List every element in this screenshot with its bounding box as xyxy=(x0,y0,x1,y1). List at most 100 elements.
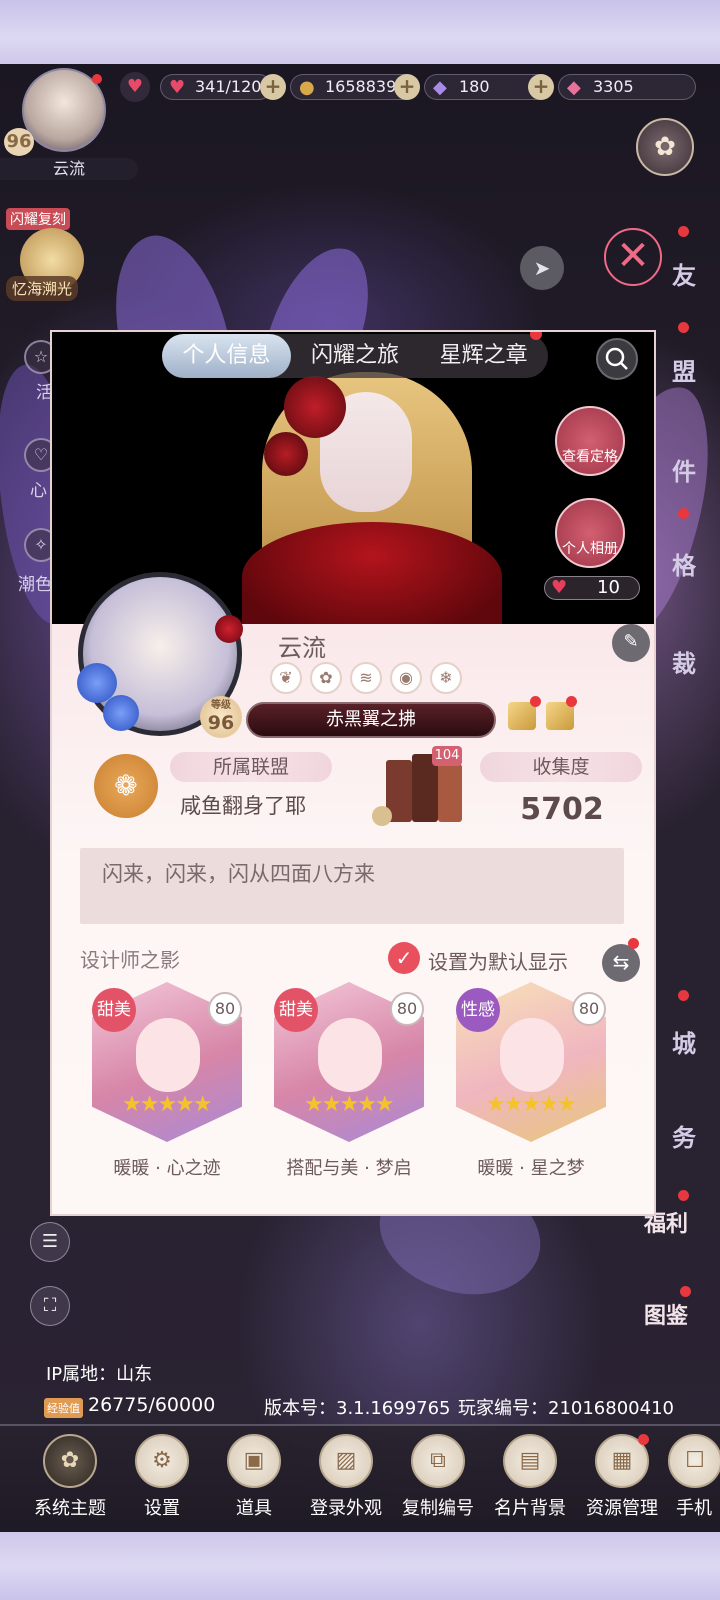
card-level: 80 xyxy=(390,992,424,1026)
dock-label: 名片背景 xyxy=(494,1498,566,1519)
designer-cards: 甜美 80 ★★★★★ 暖暖 · 心之迹 甜美 80 ★★★★★ 搭配与美 · … xyxy=(92,982,606,1180)
tab-personal-info[interactable]: 个人信息 xyxy=(162,334,291,378)
dock-label: 资源管理 xyxy=(586,1498,658,1519)
title-item-dot-2 xyxy=(566,696,577,707)
badge-leaf-icon[interactable]: ❦ xyxy=(270,662,302,694)
like-count: 10 xyxy=(597,577,620,598)
card-icon: ▤ xyxy=(503,1434,557,1488)
ip-location: IP属地：山东 xyxy=(46,1364,153,1385)
designer-card[interactable]: 甜美 80 ★★★★★ 搭配与美 · 梦启 xyxy=(274,982,424,1180)
card-name: 暖暖 · 心之迹 xyxy=(113,1158,221,1179)
signature-box[interactable]: 闪来，闪来，闪从四面八方来 xyxy=(80,848,624,924)
handbook-button[interactable]: 图鉴 xyxy=(636,1298,696,1356)
default-display-label[interactable]: 设置为默认显示 xyxy=(428,946,568,975)
add-gold-button[interactable]: + xyxy=(394,74,420,100)
character-fur-cape xyxy=(242,522,502,632)
alliance-name[interactable]: 咸鱼翻身了耶 xyxy=(180,790,306,820)
designer-card[interactable]: 甜美 80 ★★★★★ 暖暖 · 心之迹 xyxy=(92,982,242,1180)
level-badge: 等级 96 xyxy=(200,696,242,738)
dock-phone[interactable]: ☐ 手机 xyxy=(668,1434,720,1520)
side-alliance[interactable]: 盟 xyxy=(654,352,714,387)
tab-shining-journey[interactable]: 闪耀之旅 xyxy=(291,334,420,378)
shop-notification-dot xyxy=(678,990,689,1001)
theme-icon: ✿ xyxy=(43,1434,97,1488)
side-shop[interactable]: 城 xyxy=(654,1024,714,1059)
player-avatar-small[interactable] xyxy=(22,68,106,152)
dock-card-background[interactable]: ▤ 名片背景 xyxy=(484,1434,576,1520)
friends-notification-dot xyxy=(678,226,689,237)
dock-label: 道具 xyxy=(236,1498,272,1519)
box-icon: ▣ xyxy=(227,1434,281,1488)
level-value: 96 xyxy=(207,712,235,734)
card-stars: ★★★★★ xyxy=(486,1092,577,1117)
swap-notification-dot xyxy=(628,938,639,949)
side-tailor[interactable]: 裁 xyxy=(654,644,714,679)
dock-items[interactable]: ▣ 道具 xyxy=(208,1434,300,1520)
card-stars: ★★★★★ xyxy=(304,1092,395,1117)
album-button[interactable]: 个人相册 xyxy=(554,498,626,568)
card-level: 80 xyxy=(208,992,242,1026)
bottom-decor-strip xyxy=(0,1532,720,1600)
dock-settings[interactable]: ⚙ 设置 xyxy=(116,1434,208,1520)
dock-system-theme[interactable]: ✿ 系统主题 xyxy=(24,1434,116,1520)
tab-star-chapter[interactable]: 星辉之章 xyxy=(419,334,548,378)
welfare-notification-dot xyxy=(678,1190,689,1201)
level-label: 等级 xyxy=(211,700,231,711)
dock-login-appearance[interactable]: ▨ 登录外观 xyxy=(300,1434,392,1520)
side-style[interactable]: 格 xyxy=(654,546,714,581)
badge-ring-icon[interactable]: ◉ xyxy=(390,662,422,694)
side-tasks[interactable]: 务 xyxy=(654,1118,714,1153)
alliance-icon[interactable]: ❁ xyxy=(94,754,158,818)
view-style-button[interactable]: 查看定格 xyxy=(554,406,626,476)
compass-icon[interactable]: ➤ xyxy=(520,246,564,290)
edit-icon[interactable]: ✎ xyxy=(612,624,650,662)
search-icon[interactable] xyxy=(596,338,638,380)
dock-label: 登录外观 xyxy=(310,1498,382,1519)
side-items[interactable]: 件 xyxy=(654,452,714,487)
player-name: 云流 xyxy=(278,634,326,662)
dock-resource-manager[interactable]: ▦ 资源管理 xyxy=(576,1434,668,1520)
profile-panel: 个人信息 闪耀之旅 星辉之章 查看定格 个人相册 ♥ 10 等级 96 云流 ✎… xyxy=(50,330,656,1216)
ruby-counter: ◆ 3305 xyxy=(558,74,696,100)
designer-card[interactable]: 性感 80 ★★★★★ 暖暖 · 星之梦 xyxy=(456,982,606,1180)
handbook-notification-dot xyxy=(680,1286,691,1297)
profile-tabs: 个人信息 闪耀之旅 星辉之章 xyxy=(162,334,548,378)
swap-icon[interactable]: ⇆ xyxy=(602,944,640,982)
dock-copy-id[interactable]: ⧉ 复制编号 xyxy=(392,1434,484,1520)
alliance-label: 所属联盟 xyxy=(170,752,332,782)
diamond-icon: ◆ xyxy=(433,77,447,98)
dock-label: 系统主题 xyxy=(34,1498,106,1519)
copy-icon: ⧉ xyxy=(411,1434,465,1488)
badge-flower-icon[interactable]: ✿ xyxy=(310,662,342,694)
achievement-badges: ❦ ✿ ≋ ◉ ❄ xyxy=(270,662,462,694)
alliance-notification-dot xyxy=(678,322,689,333)
card-type-badge: 性感 xyxy=(456,988,500,1032)
chat-icon[interactable]: ☰ xyxy=(30,1222,70,1262)
checkbox-checked-icon[interactable]: ✓ xyxy=(388,942,420,974)
signature-text: 闪来，闪来，闪从四面八方来 xyxy=(102,862,375,886)
stamina-counter: ♥ 341/120 xyxy=(160,74,272,100)
player-id: 玩家编号：21016800410 xyxy=(458,1398,674,1419)
exp-tag: 经验值 xyxy=(44,1398,83,1418)
add-diamond-button[interactable]: + xyxy=(528,74,554,100)
gold-icon: ● xyxy=(299,77,315,98)
like-counter[interactable]: ♥ 10 xyxy=(544,576,640,600)
side-friends[interactable]: 友 xyxy=(654,256,714,291)
add-stamina-button[interactable]: + xyxy=(260,74,286,100)
badge-crystal-icon[interactable]: ❄ xyxy=(430,662,462,694)
player-title-plate[interactable]: 赤黑翼之拂 xyxy=(246,702,496,738)
album-label: 个人相册 xyxy=(562,541,618,557)
fullscreen-icon[interactable]: ⛶ xyxy=(30,1286,70,1326)
phone-icon: ☐ xyxy=(668,1434,720,1488)
heart-side-label: 心 xyxy=(30,481,47,501)
exp-value: 26775/60000 xyxy=(88,1394,216,1416)
card-name: 暖暖 · 星之梦 xyxy=(477,1158,585,1179)
memory-event-label[interactable]: 忆海溯光 xyxy=(6,276,79,301)
badge-wing-icon[interactable]: ≋ xyxy=(350,662,382,694)
card-type-badge: 甜美 xyxy=(274,988,318,1032)
flash-rerun-tag[interactable]: 闪耀复刻 xyxy=(6,208,70,230)
menu-flower-icon[interactable]: ✿ xyxy=(636,118,694,176)
books-count: 104 xyxy=(432,746,462,766)
version-number: 版本号：3.1.1699765 xyxy=(264,1398,451,1419)
heart-icon[interactable]: ♥ xyxy=(120,72,150,102)
